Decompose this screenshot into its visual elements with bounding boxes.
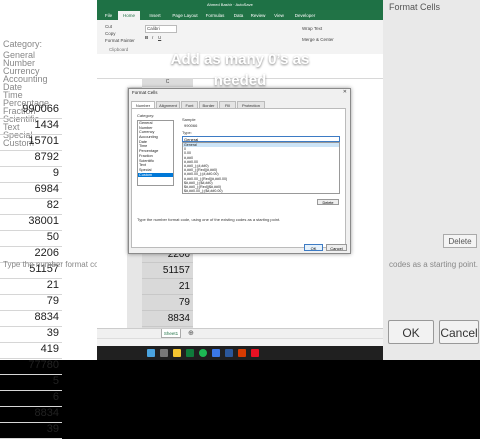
ribbon-tab-page-layout[interactable]: Page Layout: [170, 11, 200, 20]
ghost-cell: 6: [0, 391, 62, 407]
add-sheet-icon[interactable]: ⊕: [188, 329, 194, 338]
id-cell[interactable]: 8834: [142, 311, 193, 327]
ghost-cell: 39: [0, 327, 62, 343]
close-icon[interactable]: ✕: [343, 89, 347, 95]
format-painter-button[interactable]: Format Painter: [105, 38, 135, 43]
ghost-cell: 419: [0, 343, 62, 359]
font-name-value: Calibri: [147, 26, 160, 31]
ribbon-tab-insert[interactable]: Insert: [142, 11, 168, 20]
ghost-cell: 6984: [0, 183, 62, 199]
description-text: Type the number format code, using one o…: [137, 217, 281, 222]
merge-center-button[interactable]: Merge & Center: [302, 37, 334, 42]
type-list[interactable]: General 0 0.00 #,##0 #,##0.00 #,##0_);(#,##0)…: [182, 142, 340, 194]
ribbon-tab-bar: File Home Insert Page Layout Formulas Data Rev…: [97, 10, 383, 20]
format-cells-dialog: Format Cells ✕ Number Alignment Font Border…: [128, 88, 351, 254]
ribbon-tab-developer[interactable]: Developer: [292, 11, 318, 20]
left-background-panel: Category: General Number Currency Accountin…: [0, 0, 289, 439]
powerpoint-icon[interactable]: [238, 349, 246, 357]
id-cell[interactable]: 51157: [142, 263, 193, 279]
ribbon-tab-review[interactable]: Review: [249, 11, 267, 20]
ribbon-tab-home[interactable]: Home: [118, 11, 140, 20]
window-title: Ahmed Bashir · AutoSave: [207, 2, 253, 7]
browser-icon[interactable]: [212, 349, 220, 357]
font-name-select[interactable]: Calibri: [145, 25, 177, 33]
dialog-tab-fill[interactable]: Fill: [219, 101, 236, 108]
ghost-instructions-tail: codes as a starting point.: [389, 260, 478, 269]
sheet-tab[interactable]: Sheet1: [161, 329, 181, 338]
ghost-cell: 39: [0, 423, 62, 439]
ghost-cell: 82: [0, 199, 62, 215]
ghost-cancel-button: Cancel: [439, 320, 479, 344]
dialog-tab-alignment[interactable]: Alignment: [156, 101, 180, 108]
ghost-delete-button: Delete: [443, 234, 477, 248]
ribbon-tab-formulas[interactable]: Formulas: [202, 11, 228, 20]
search-icon[interactable]: [160, 349, 168, 357]
ghost-cell: 8792: [0, 151, 62, 167]
category-label: Category:: [137, 113, 155, 118]
excel-taskbar-icon[interactable]: [186, 349, 194, 357]
delete-button[interactable]: Delete: [317, 199, 339, 205]
app-icon[interactable]: [251, 349, 259, 357]
wrap-text-button[interactable]: Wrap Text: [302, 26, 322, 31]
type-label: Type:: [182, 130, 192, 135]
ghost-cell: 79: [0, 295, 62, 311]
cut-button[interactable]: Cut: [105, 24, 112, 29]
spotify-icon[interactable]: [199, 349, 207, 357]
ribbon-tab-view[interactable]: View: [269, 11, 289, 20]
ghost-ok-button: OK: [388, 320, 434, 344]
dialog-tab-number[interactable]: Number: [131, 101, 155, 108]
ghost-cell: 50: [0, 231, 62, 247]
dialog-tab-bar: Number Alignment Font Border Fill Protection: [131, 101, 346, 108]
ghost-cell: 38001: [0, 215, 62, 231]
dialog-tab-protection[interactable]: Protection: [237, 101, 265, 108]
id-cell[interactable]: 21: [142, 279, 193, 295]
id-cell[interactable]: 79: [142, 295, 193, 311]
overlay-caption: Add as many 0’s as needed: [170, 51, 310, 89]
ghost-category-label: Category:: [3, 39, 43, 49]
right-background-panel: Format Cells codes as a starting point. …: [383, 0, 480, 360]
ok-button[interactable]: OK: [304, 244, 323, 251]
category-item-custom[interactable]: Custom: [138, 172, 173, 178]
ghost-cell: 1434: [0, 119, 62, 135]
ghost-cell: 77780: [0, 359, 62, 375]
sample-label: Sample: [182, 117, 196, 122]
cancel-button[interactable]: Cancel: [326, 244, 347, 251]
ribbon-tab-file[interactable]: File: [101, 11, 116, 20]
ribbon-tab-data[interactable]: Data: [230, 11, 247, 20]
bold-button[interactable]: B: [145, 35, 148, 40]
ghost-dialog-title: Format Cells: [389, 2, 441, 12]
word-icon[interactable]: [225, 349, 233, 357]
copy-button[interactable]: Copy: [105, 31, 116, 36]
clipboard-group-label: Clipboard: [109, 47, 129, 52]
number-tab-panel: Category: General Number Currency Accountin…: [131, 108, 346, 248]
dialog-tab-font[interactable]: Font: [181, 101, 198, 108]
ghost-cell: 8834: [0, 311, 62, 327]
title-bar: Ahmed Bashir · AutoSave: [97, 0, 383, 10]
ghost-cell: 5: [0, 375, 62, 391]
ghost-cell: 8834: [0, 407, 62, 423]
sample-value: 990066: [184, 123, 198, 128]
type-list-item[interactable]: $#,##0.00_);($#,##0.00): [183, 189, 339, 193]
ghost-cell: 21: [0, 279, 62, 295]
category-list[interactable]: General Number Currency Accounting Date Time P…: [137, 120, 174, 186]
ghost-cell: 15701: [0, 135, 62, 151]
dialog-tab-border[interactable]: Border: [199, 101, 218, 108]
windows-taskbar: [97, 346, 383, 360]
ghost-cell: 990066: [0, 103, 62, 119]
file-explorer-icon[interactable]: [173, 349, 181, 357]
underline-button[interactable]: U: [158, 35, 161, 40]
italic-button[interactable]: I: [152, 35, 153, 40]
ghost-cell: 9: [0, 167, 62, 183]
start-icon[interactable]: [147, 349, 155, 357]
dialog-title: Format Cells: [132, 90, 158, 95]
